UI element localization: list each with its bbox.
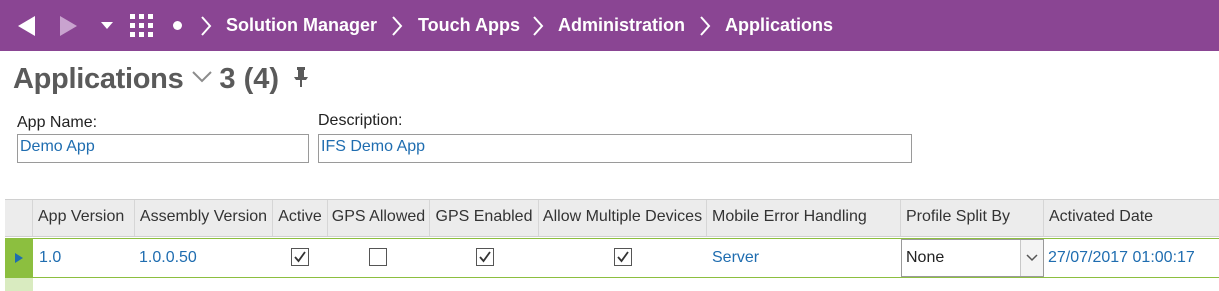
pin-icon [294, 66, 309, 87]
gps-enabled-checkbox[interactable] [476, 248, 494, 266]
forward-button[interactable] [60, 0, 77, 51]
description-field[interactable]: IFS Demo App [318, 134, 912, 163]
breadcrumb-solution-manager[interactable]: Solution Manager [226, 0, 377, 51]
page-title: Applications [13, 62, 184, 95]
record-count: 3 (4) [219, 62, 280, 95]
column-header-gps-allowed[interactable]: GPS Allowed [328, 200, 430, 236]
breadcrumb-label: Administration [558, 15, 686, 35]
gps-allowed-checkbox[interactable] [369, 248, 387, 266]
profile-split-by-select[interactable]: None [901, 239, 1044, 277]
description-label: Description: [318, 112, 403, 129]
breadcrumb-touch-apps[interactable]: Touch Apps [418, 0, 520, 51]
cell-mobile-error-handling[interactable]: Server [712, 239, 759, 277]
column-header-app-version[interactable]: App Version [33, 200, 135, 236]
current-row-arrow-icon [15, 253, 23, 263]
allow-multiple-devices-checkbox[interactable] [614, 248, 632, 266]
column-header-gps-enabled[interactable]: GPS Enabled [430, 200, 539, 236]
row-selector-header[interactable] [5, 200, 33, 236]
breadcrumb-label: Touch Apps [418, 15, 520, 35]
breadcrumb-separator-icon [391, 0, 403, 51]
top-navigation-bar: Solution Manager Touch Apps Administrati… [0, 0, 1219, 51]
breadcrumb-label: Applications [725, 15, 834, 35]
app-name-label: App Name: [17, 114, 98, 131]
table-row[interactable]: 1.0 1.0.0.50 Server None 27/07/2017 01:0… [5, 238, 1219, 278]
column-header-profile-split-by[interactable]: Profile Split By [901, 200, 1044, 236]
checkmark-icon [617, 251, 629, 263]
column-header-activated-date[interactable]: Activated Date [1044, 200, 1210, 236]
breadcrumb-administration[interactable]: Administration [558, 0, 685, 51]
breadcrumb-label: Solution Manager [226, 15, 378, 35]
cell-assembly-version[interactable]: 1.0.0.50 [139, 239, 197, 277]
column-header-mobile-error-handling[interactable]: Mobile Error Handling [707, 200, 901, 236]
back-button[interactable] [18, 0, 35, 51]
dropdown-button[interactable] [1020, 240, 1043, 276]
active-checkbox[interactable] [291, 248, 309, 266]
row-selector[interactable] [5, 239, 33, 277]
table-header: App Version Assembly Version Active GPS … [5, 199, 1219, 237]
breadcrumb-applications[interactable]: Applications [725, 0, 833, 51]
column-header-active[interactable]: Active [273, 200, 328, 236]
chevron-down-icon [192, 70, 213, 82]
cell-activated-date[interactable]: 27/07/2017 01:00:17 [1048, 239, 1195, 277]
breadcrumb-separator-icon [532, 0, 544, 51]
title-dropdown-button[interactable] [191, 70, 213, 89]
home-button[interactable] [173, 0, 182, 51]
grid-icon [130, 14, 153, 37]
breadcrumb-separator-icon [699, 0, 711, 51]
app-name-field[interactable]: Demo App [17, 134, 309, 163]
chevron-down-icon [101, 22, 113, 29]
page-header: Applications 3 (4) [13, 61, 309, 97]
applications-table: App Version Assembly Version Active GPS … [5, 199, 1219, 291]
checkmark-icon [294, 251, 306, 263]
navigation-dropdown-button[interactable] [101, 0, 113, 51]
breadcrumb-separator-icon [200, 0, 212, 51]
chevron-down-icon [1026, 254, 1038, 262]
checkmark-icon [479, 251, 491, 263]
apps-menu-button[interactable] [130, 0, 153, 51]
column-header-allow-multiple-devices[interactable]: Allow Multiple Devices [539, 200, 707, 236]
column-header-assembly-version[interactable]: Assembly Version [135, 200, 273, 236]
dot-icon [173, 21, 182, 30]
pin-button[interactable] [293, 66, 309, 93]
profile-split-by-value: None [906, 249, 945, 266]
row-selector-next [5, 278, 33, 291]
arrow-right-icon [60, 15, 77, 36]
cell-app-version[interactable]: 1.0 [39, 239, 61, 277]
arrow-left-icon [18, 15, 35, 36]
